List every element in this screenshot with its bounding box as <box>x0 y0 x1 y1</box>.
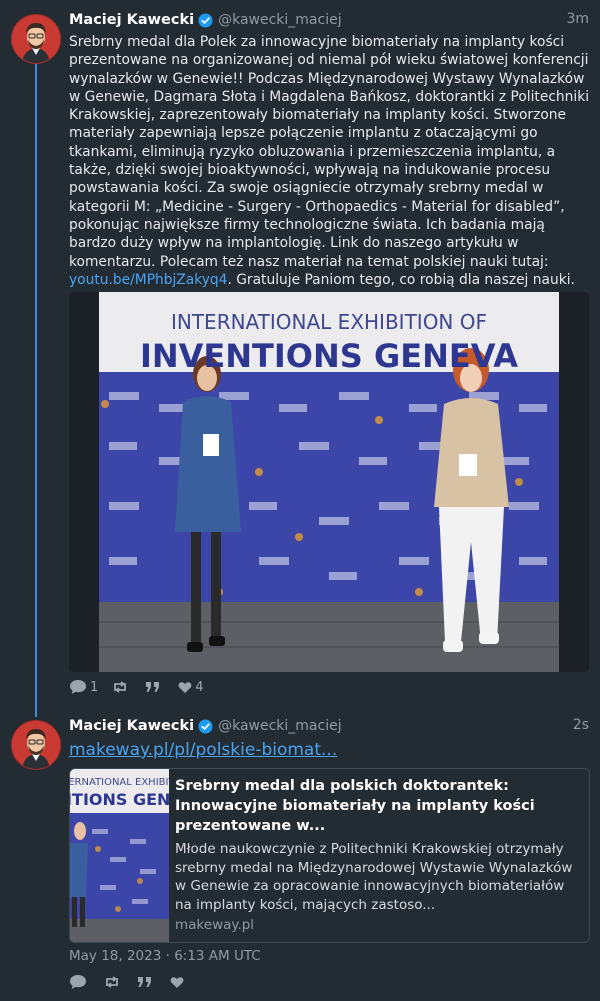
reply-icon <box>70 680 86 694</box>
reply-icon <box>70 975 86 989</box>
banner-line-2: INVENTIONS GENEVA <box>140 337 518 375</box>
reply-count: 1 <box>90 679 99 695</box>
retweet-button[interactable] <box>104 975 123 989</box>
retweet-icon <box>106 976 118 988</box>
quote-icon <box>138 977 151 987</box>
tweet-actions <box>69 974 201 990</box>
like-button[interactable] <box>170 976 187 989</box>
tweet-date[interactable]: May 18, 2023 · 6:13 AM UTC <box>69 948 261 964</box>
avatar[interactable] <box>11 720 61 770</box>
username-handle[interactable]: @kawecki_maciej <box>218 718 342 734</box>
retweet-icon <box>114 681 127 693</box>
photo-image: INTERNATIONAL EXHIBITION OF INVENTIONS G… <box>99 292 559 672</box>
quote-button[interactable] <box>137 976 156 988</box>
tweet-photo[interactable]: INTERNATIONAL EXHIBITION OF INVENTIONS G… <box>69 292 589 672</box>
retweet-button[interactable] <box>112 680 131 694</box>
username-handle[interactable]: @kawecki_maciej <box>218 12 342 28</box>
tweet-text-tail: . Gratuluje Paniom tego, co robią dla na… <box>227 271 575 288</box>
tweet-time[interactable]: 3m <box>566 11 589 27</box>
card-thumbnail: NTERNATIONAL EXHIBITIO NTIONS GENE <box>70 769 169 942</box>
banner-line-1: INTERNATIONAL EXHIBITION OF <box>171 310 487 334</box>
quote-icon <box>146 682 160 692</box>
tweet-time[interactable]: 2s <box>573 717 589 733</box>
youtube-link[interactable]: youtu.be/MPhbjZakyq4 <box>69 272 227 288</box>
card-domain: makeway.pl <box>175 917 255 933</box>
tweet-actions: 1 4 <box>69 679 218 695</box>
quote-button[interactable] <box>145 681 164 693</box>
tweet-header: Maciej Kawecki @kawecki_maciej <box>69 716 342 736</box>
thread-line <box>35 62 37 717</box>
like-count: 4 <box>195 679 204 695</box>
display-name[interactable]: Maciej Kawecki <box>69 12 194 28</box>
like-button[interactable]: 4 <box>178 679 204 695</box>
thumb-line-1: NTERNATIONAL EXHIBITIO <box>70 777 169 788</box>
tweet-header: Maciej Kawecki @kawecki_maciej <box>69 10 342 30</box>
avatar[interactable] <box>11 14 61 64</box>
article-link[interactable]: makeway.pl/pl/polskie-biomat... <box>69 740 337 760</box>
verified-badge-icon <box>198 718 213 734</box>
heart-icon <box>178 681 192 693</box>
heart-icon <box>170 976 184 988</box>
reply-button[interactable]: 1 <box>69 679 98 695</box>
reply-button[interactable] <box>69 974 90 990</box>
card-description: Młode naukowczynie z Politechniki Krakow… <box>175 841 573 913</box>
tweet-text: Srebrny medal dla Polek za innowacyjne b… <box>69 33 591 289</box>
link-preview-card[interactable]: NTERNATIONAL EXHIBITIO NTIONS GENE Srebr… <box>69 768 590 943</box>
verified-badge-icon <box>198 12 213 28</box>
tweet-text-body: Srebrny medal dla Polek za innowacyjne b… <box>69 34 590 270</box>
display-name[interactable]: Maciej Kawecki <box>69 718 194 734</box>
thumb-line-2: NTIONS GENE <box>70 790 169 809</box>
card-title[interactable]: Srebrny medal dla polskich doktorantek: … <box>175 776 580 836</box>
